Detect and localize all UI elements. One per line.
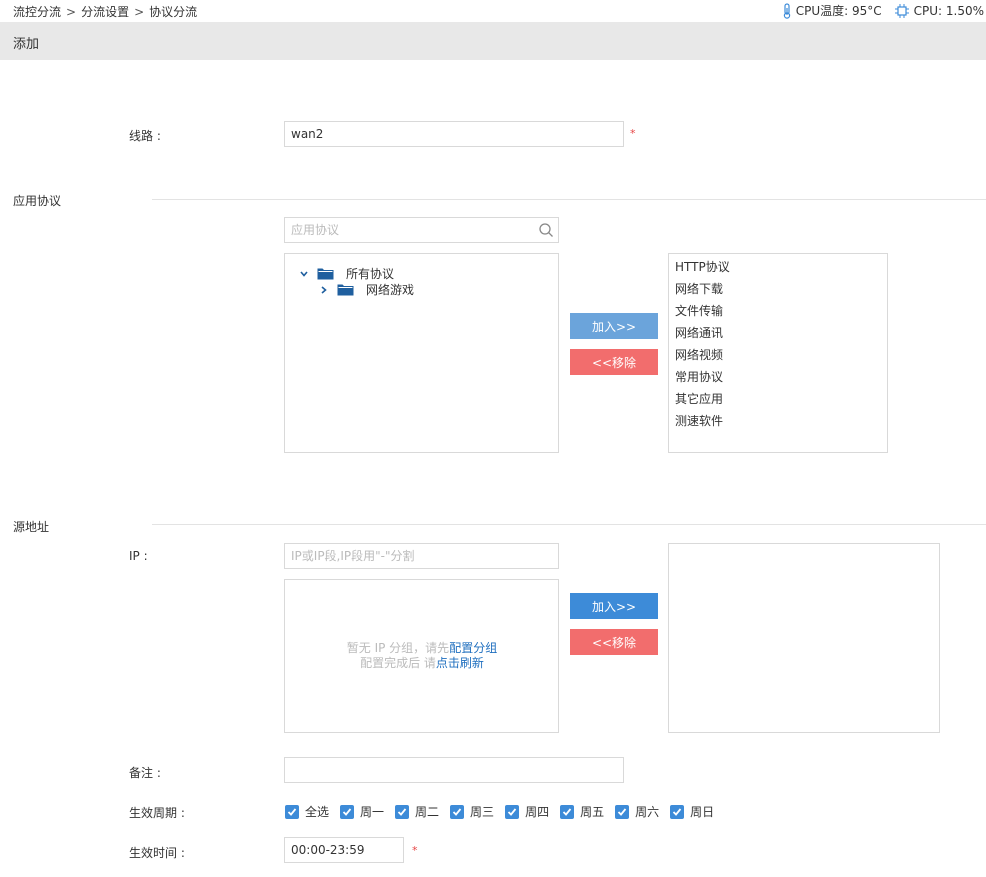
period-label: 生效周期 : <box>129 806 185 820</box>
folder-icon <box>317 268 334 280</box>
search-icon[interactable] <box>538 222 554 238</box>
breadcrumb-item[interactable]: 分流设置 <box>81 5 129 19</box>
source-remove-button[interactable]: <<移除 <box>570 629 658 655</box>
cpu-usage-stat: CPU: 1.50% <box>894 3 984 19</box>
folder-icon <box>337 284 354 296</box>
chevron-down-icon[interactable] <box>299 269 309 279</box>
list-item[interactable]: 网络视频 <box>669 344 887 366</box>
chevron-right-icon[interactable] <box>319 285 329 295</box>
line-label: 线路 : <box>129 129 161 143</box>
protocol-remove-button[interactable]: <<移除 <box>570 349 658 375</box>
list-item[interactable]: 测速软件 <box>669 410 887 432</box>
selected-source-list[interactable] <box>668 543 940 733</box>
list-item[interactable]: 其它应用 <box>669 388 887 410</box>
ip-group-list: 暂无 IP 分组，请先配置分组 配置完成后 请点击刷新 <box>284 579 559 733</box>
time-input[interactable] <box>284 837 404 863</box>
empty-text: 暂无 IP 分组，请先 <box>346 641 450 655</box>
ip-label: IP : <box>129 549 148 563</box>
checkbox-label: 全选 <box>305 805 330 819</box>
cpu-temp-stat: CPU温度: 95°C <box>782 2 882 19</box>
check-icon[interactable] <box>340 804 355 819</box>
check-icon[interactable] <box>450 804 465 819</box>
refresh-link[interactable]: 点击刷新 <box>436 656 484 670</box>
checkbox-wednesday[interactable]: 周三 <box>450 803 494 820</box>
source-add-button[interactable]: 加入>> <box>570 593 658 619</box>
check-icon[interactable] <box>505 804 520 819</box>
check-icon[interactable] <box>560 804 575 819</box>
list-item[interactable]: 网络通讯 <box>669 322 887 344</box>
breadcrumb-separator: > <box>134 5 145 19</box>
thermometer-icon <box>783 2 790 19</box>
cpu-chip-icon <box>894 3 909 18</box>
checkbox-label: 周二 <box>415 805 440 819</box>
list-item[interactable]: 文件传输 <box>669 300 887 322</box>
checkbox-label: 周四 <box>525 805 550 819</box>
protocol-section-title: 应用协议 <box>13 194 62 208</box>
panel-title: 添加 <box>13 37 40 52</box>
checkbox-tuesday[interactable]: 周二 <box>395 803 439 820</box>
checkbox-friday[interactable]: 周五 <box>560 803 604 820</box>
protocol-add-button[interactable]: 加入>> <box>570 313 658 339</box>
remark-label: 备注 : <box>129 766 161 780</box>
protocol-section-divider <box>152 199 986 200</box>
checkbox-label: 周一 <box>360 805 385 819</box>
breadcrumb: 流控分流 > 分流设置 > 协议分流 <box>13 3 197 20</box>
list-item[interactable]: 常用协议 <box>669 366 887 388</box>
ip-input[interactable] <box>284 543 559 569</box>
check-icon[interactable] <box>615 804 630 819</box>
remark-input[interactable] <box>284 757 624 783</box>
line-required-mark: * <box>630 127 636 140</box>
checkbox-thursday[interactable]: 周四 <box>505 803 549 820</box>
protocol-tree: 所有协议 网络游戏 <box>284 253 559 453</box>
checkbox-select-all[interactable]: 全选 <box>285 803 329 820</box>
selected-protocols: HTTP协议 网络下载 文件传输 网络通讯 网络视频 常用协议 其它应用 测速软… <box>669 256 887 432</box>
period-checkboxes: 全选 周一 周二 周三 周四 周五 周六 周日 <box>285 803 725 820</box>
checkbox-label: 周三 <box>470 805 495 819</box>
list-item[interactable]: 网络下载 <box>669 278 887 300</box>
tree-node-all-protocols[interactable]: 所有协议 <box>299 265 394 282</box>
top-bar: 流控分流 > 分流设置 > 协议分流 CPU温度: 95°C CPU: 1.50% <box>0 0 986 22</box>
tree-node-label[interactable]: 网络游戏 <box>366 281 414 298</box>
checkbox-label: 周六 <box>635 805 660 819</box>
protocol-search-input[interactable] <box>284 217 559 243</box>
breadcrumb-item[interactable]: 流控分流 <box>13 5 61 19</box>
time-required-mark: * <box>412 844 418 857</box>
line-input[interactable] <box>284 121 624 147</box>
breadcrumb-item-current: 协议分流 <box>149 5 198 19</box>
source-section-title: 源地址 <box>13 520 50 534</box>
breadcrumb-separator: > <box>66 5 77 19</box>
check-icon[interactable] <box>670 804 685 819</box>
list-item[interactable]: HTTP协议 <box>669 256 887 278</box>
checkbox-monday[interactable]: 周一 <box>340 803 384 820</box>
tree-node-online-games[interactable]: 网络游戏 <box>319 281 414 298</box>
checkbox-label: 周日 <box>690 805 715 819</box>
time-label: 生效时间 : <box>129 846 185 860</box>
check-icon[interactable] <box>285 804 299 819</box>
check-icon[interactable] <box>395 804 410 819</box>
source-section-divider <box>152 524 986 525</box>
protocol-search <box>284 217 559 243</box>
checkbox-saturday[interactable]: 周六 <box>615 803 659 820</box>
cpu-usage-text: CPU: 1.50% <box>913 3 984 18</box>
tree-node-label[interactable]: 所有协议 <box>346 265 394 282</box>
panel-header: 添加 <box>0 22 986 60</box>
cpu-temp-text: CPU温度: 95°C <box>795 4 882 18</box>
selected-protocol-list: HTTP协议 网络下载 文件传输 网络通讯 网络视频 常用协议 其它应用 测速软… <box>668 253 888 453</box>
checkbox-sunday[interactable]: 周日 <box>670 803 714 820</box>
checkbox-label: 周五 <box>580 805 605 819</box>
configure-group-link[interactable]: 配置分组 <box>449 641 497 655</box>
ip-group-empty-message: 暂无 IP 分组，请先配置分组 配置完成后 请点击刷新 <box>285 641 559 671</box>
system-stats: CPU温度: 95°C CPU: 1.50% <box>770 2 984 19</box>
empty-text: 配置完成后 请 <box>360 656 436 670</box>
